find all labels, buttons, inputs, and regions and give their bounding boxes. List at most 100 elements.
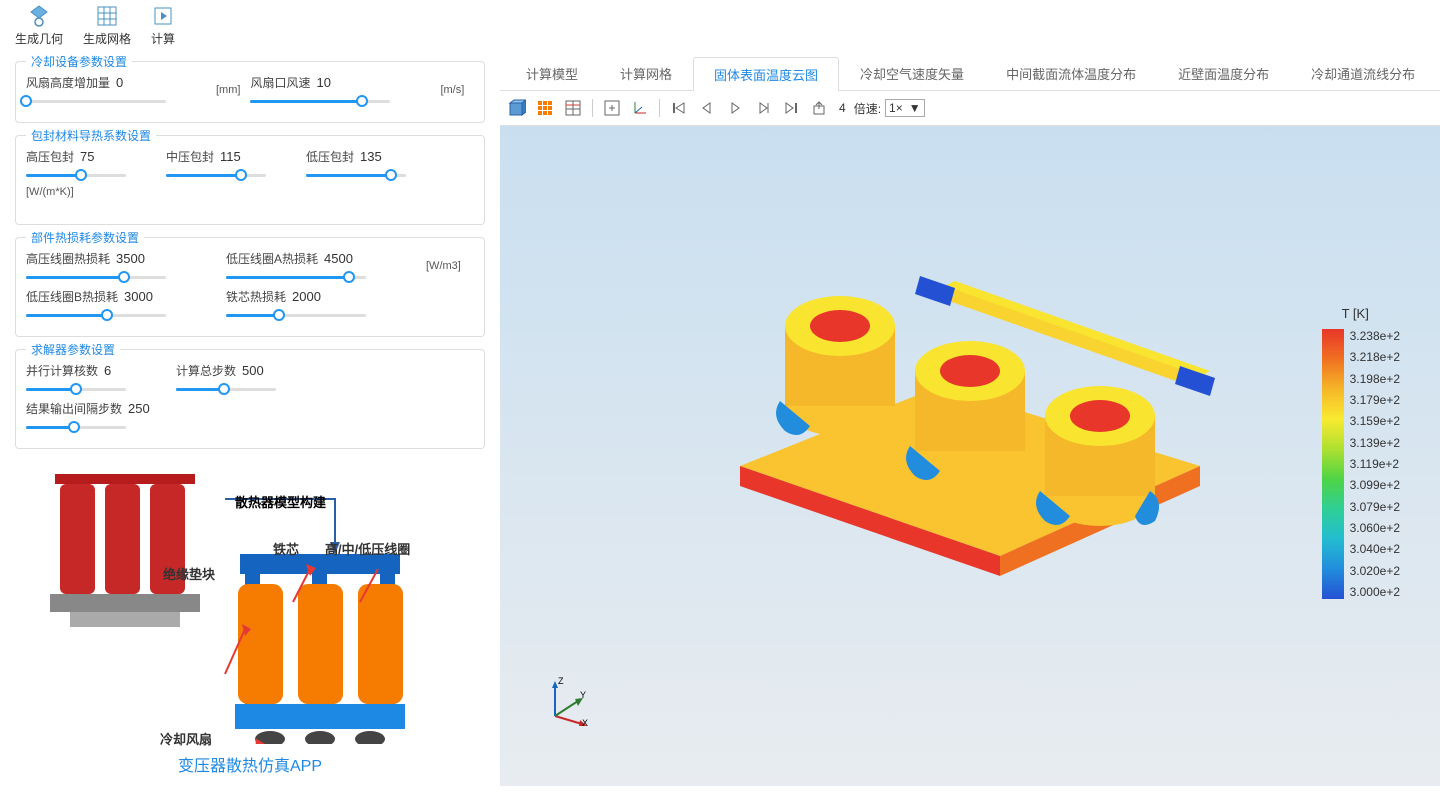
tab-5[interactable]: 近壁面温度分布 [1157,56,1290,90]
diagram-area: 散热器模型构建 绝缘垫块 铁芯 高/中/低压线圈 冷却风扇 变压器散热仿真APP [15,464,485,774]
compute-label: 计算 [151,30,175,47]
table-icon [565,100,581,116]
fan-height-value: 0 [116,75,123,90]
hv-coil-loss-slider[interactable] [26,271,166,283]
mv-encap-slider[interactable] [166,169,266,181]
core-loss-value: 2000 [292,289,321,304]
svg-text:X: X [582,718,588,726]
color-legend: T [K] 3.238e+2 3.218e+2 3.198e+2 3.179e+2 3.… [1322,306,1400,599]
legend-value: 3.238e+2 [1350,329,1400,343]
total-steps-slider[interactable] [176,383,276,395]
legend-value: 3.040e+2 [1350,542,1400,556]
cooling-title: 冷却设备参数设置 [26,53,132,70]
generate-mesh-button[interactable]: 生成网格 [83,4,131,47]
svg-text:Z: Z [558,676,564,686]
hv-encap-value: 75 [80,149,94,164]
lv-encap-label: 低压包封 [306,148,354,165]
tab-4[interactable]: 中间截面流体温度分布 [985,56,1157,90]
total-steps-value: 500 [242,363,264,378]
grid-button[interactable] [533,96,557,120]
skip-first-icon [672,101,686,115]
core-loss-slider[interactable] [226,309,366,321]
diagram-app-title: 变压器散热仿真APP [15,752,485,776]
view-cube-button[interactable] [505,96,529,120]
temperature-model-render [680,226,1240,586]
legend-value: 3.079e+2 [1350,500,1400,514]
cooling-section: 冷却设备参数设置 风扇高度增加量0 [mm] 风扇口风速10 [m/s] [15,61,485,123]
tab-1[interactable]: 计算网格 [599,56,693,90]
generate-mesh-label: 生成网格 [83,30,131,47]
solver-section: 求解器参数设置 并行计算核数6 计算总步数500 结果输出间隔步数250 [15,349,485,449]
output-interval-label: 结果输出间隔步数 [26,400,122,417]
tab-2[interactable]: 固体表面温度云图 [693,57,839,91]
right-panel: 计算模型计算网格固体表面温度云图冷却空气速度矢量中间截面流体温度分布近壁面温度分… [500,51,1440,786]
skip-first-button[interactable] [667,96,691,120]
output-interval-value: 250 [128,401,150,416]
fit-button[interactable] [600,96,624,120]
viz-toolbar: 4 倍速: 1×▼ [500,91,1440,126]
legend-value: 3.020e+2 [1350,564,1400,578]
mv-encap-label: 中压包封 [166,148,214,165]
compute-icon [151,4,175,28]
output-interval-slider[interactable] [26,421,126,433]
frame-number: 4 [835,101,850,115]
step-forward-button[interactable] [751,96,775,120]
geometry-icon [27,4,51,28]
speed-select[interactable]: 1×▼ [885,99,925,117]
legend-value: 3.139e+2 [1350,436,1400,450]
legend-value: 3.099e+2 [1350,478,1400,492]
table-button[interactable] [561,96,585,120]
left-panel: 冷却设备参数设置 风扇高度增加量0 [mm] 风扇口风速10 [m/s] 包封材… [0,51,500,786]
export-icon [812,101,826,115]
hv-coil-loss-value: 3500 [116,251,145,266]
lv-coil-a-loss-value: 4500 [324,251,353,266]
lv-encap-slider[interactable] [306,169,406,181]
legend-title: T [K] [1342,306,1400,321]
fan-speed-slider[interactable] [250,95,390,107]
legend-value: 3.198e+2 [1350,372,1400,386]
heat-loss-unit: [W/m3] [426,260,461,288]
legend-bar [1322,329,1344,599]
legend-value: 3.060e+2 [1350,521,1400,535]
play-button[interactable] [723,96,747,120]
skip-last-button[interactable] [779,96,803,120]
hv-coil-loss-label: 高压线圈热损耗 [26,250,110,267]
cube-icon [508,99,526,117]
step-back-icon [700,101,714,115]
tabs: 计算模型计算网格固体表面温度云图冷却空气速度矢量中间截面流体温度分布近壁面温度分… [500,56,1440,91]
legend-value: 3.218e+2 [1350,350,1400,364]
axis-icon [632,100,648,116]
core-loss-label: 铁芯热损耗 [226,288,286,305]
diagram-fan-label: 冷却风扇 [160,729,212,748]
lv-coil-a-loss-slider[interactable] [226,271,366,283]
solver-title: 求解器参数设置 [26,341,120,358]
grid-icon [537,100,553,116]
skip-last-icon [784,101,798,115]
viewport-3d[interactable]: Z Y X T [K] 3.238e+2 3.218e+2 3.198e+2 3.17… [500,126,1440,786]
hv-encap-label: 高压包封 [26,148,74,165]
step-back-button[interactable] [695,96,719,120]
legend-value: 3.179e+2 [1350,393,1400,407]
fan-height-slider[interactable] [26,95,166,107]
svg-text:Y: Y [580,690,586,700]
thermal-cond-unit: [W/(m*K)] [26,186,74,214]
thermal-cond-section: 包封材料导热系数设置 高压包封75 中压包封115 低压包封135 [W/(m*… [15,135,485,225]
top-toolbar: 生成几何 生成网格 计算 [0,0,1440,51]
legend-values: 3.238e+23.218e+23.198e+23.179e+23.159e+2… [1350,329,1400,599]
compute-button[interactable]: 计算 [151,4,175,47]
speed-label: 倍速: [854,100,881,117]
generate-geometry-button[interactable]: 生成几何 [15,4,63,47]
hv-encap-slider[interactable] [26,169,126,181]
cores-slider[interactable] [26,383,126,395]
lv-coil-b-loss-slider[interactable] [26,309,166,321]
tab-3[interactable]: 冷却空气速度矢量 [839,56,985,90]
tab-0[interactable]: 计算模型 [505,56,599,90]
play-icon [728,101,742,115]
diagram-model-build-label: 散热器模型构建 [235,492,326,511]
step-forward-icon [756,101,770,115]
tab-6[interactable]: 冷却通道流线分布 [1290,56,1436,90]
export-button[interactable] [807,96,831,120]
axis-button[interactable] [628,96,652,120]
fan-speed-value: 10 [316,75,330,90]
diagram-coils-label: 高/中/低压线圈 [325,539,410,558]
